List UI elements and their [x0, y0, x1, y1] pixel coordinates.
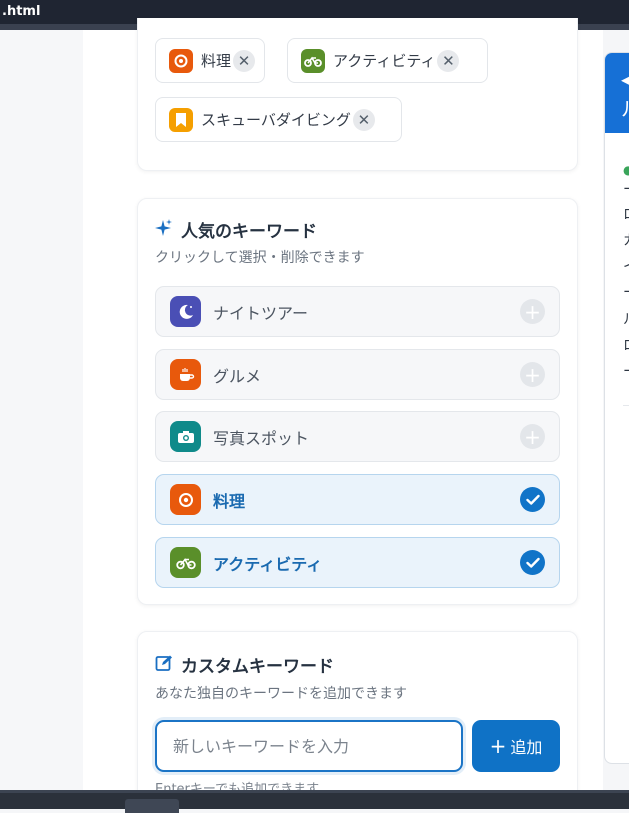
- popular-subtitle: クリックして選択・削除できます: [155, 250, 365, 266]
- side-text-line: カ: [623, 230, 629, 250]
- side-panel: ◀ ル ● ー ロ カ イ ー ル ロ ー: [604, 52, 629, 764]
- side-text-line: ロ: [623, 335, 629, 355]
- keyword-row-cooking[interactable]: 料理: [155, 474, 560, 525]
- popular-heading-row: 人気のキーワード: [155, 217, 317, 242]
- side-divider: [623, 405, 629, 406]
- side-panel-title: ル: [621, 93, 629, 122]
- side-text-line: ー: [623, 361, 629, 381]
- chip-label: 料理: [201, 52, 232, 70]
- eye-icon: ◀: [621, 67, 629, 91]
- add-keyword-icon[interactable]: +: [520, 362, 545, 387]
- selected-keywords-card: 料理 ✕ アクティビティ ✕ スキューバダイビング ✕: [137, 18, 578, 171]
- chip-cooking: 料理 ✕: [155, 38, 265, 83]
- bicycle-icon: [301, 48, 325, 73]
- side-text-line: ー: [623, 179, 629, 199]
- keyword-row-night-tour[interactable]: ナイトツアー +: [155, 286, 560, 337]
- bicycle-icon: [170, 547, 201, 578]
- side-text-line: ー: [623, 282, 629, 302]
- chip-label: スキューバダイビング: [201, 111, 351, 129]
- side-text-line: イ: [623, 256, 629, 276]
- keyword-label: ナイトツアー: [213, 303, 309, 323]
- taskbar: [0, 790, 629, 813]
- side-text-line: ル: [623, 309, 629, 329]
- custom-heading-row: カスタムキーワード: [155, 652, 334, 677]
- food-icon: [170, 484, 201, 515]
- custom-title: カスタムキーワード: [181, 657, 334, 677]
- check-icon[interactable]: [520, 550, 545, 575]
- edit-icon: [155, 654, 173, 676]
- keyword-label: 写真スポット: [213, 428, 310, 448]
- remove-chip-button[interactable]: ✕: [233, 49, 256, 72]
- keyword-label: 料理: [213, 491, 246, 511]
- add-keyword-icon[interactable]: +: [520, 299, 545, 324]
- add-keyword-icon[interactable]: +: [520, 424, 545, 449]
- leaf-icon: ●: [623, 163, 629, 177]
- popular-keywords-card: 人気のキーワード クリックして選択・削除できます ナイトツアー + グルメ + …: [137, 198, 578, 605]
- chip-label: アクティビティ: [333, 52, 436, 70]
- keyword-row-activity[interactable]: アクティビティ: [155, 537, 560, 588]
- check-icon[interactable]: [520, 487, 545, 512]
- chip-scuba: スキューバダイビング ✕: [155, 97, 402, 142]
- input-hint: Enterキーでも追加できます: [155, 782, 320, 790]
- camera-icon: [170, 421, 201, 452]
- new-keyword-input[interactable]: [155, 720, 463, 772]
- chip-activity: アクティビティ ✕: [287, 38, 488, 83]
- sparkles-icon: [155, 218, 173, 242]
- side-panel-header: ◀ ル: [605, 53, 629, 133]
- coffee-icon: [170, 359, 201, 390]
- plus-icon: +: [489, 734, 507, 758]
- custom-subtitle: あなた独自のキーワードを追加できます: [155, 686, 407, 702]
- bookmark-icon: [169, 107, 193, 132]
- keyword-label: グルメ: [213, 366, 262, 386]
- remove-chip-button[interactable]: ✕: [437, 49, 460, 72]
- food-icon: [169, 48, 193, 73]
- keyword-row-photo-spot[interactable]: 写真スポット +: [155, 411, 560, 462]
- add-button-label: 追加: [510, 738, 543, 757]
- remove-chip-button[interactable]: ✕: [352, 108, 375, 131]
- popular-title: 人気のキーワード: [181, 222, 317, 242]
- taskbar-item[interactable]: [125, 799, 179, 813]
- add-keyword-button[interactable]: + 追加: [472, 720, 560, 772]
- custom-keyword-card: カスタムキーワード あなた独自のキーワードを追加できます + 追加 Enterキ…: [137, 631, 578, 801]
- left-gutter: [0, 30, 83, 790]
- side-text-line: ロ: [623, 204, 629, 224]
- keyword-label: アクティビティ: [213, 554, 323, 574]
- moon-icon: [170, 296, 201, 327]
- keyword-row-gourmet[interactable]: グルメ +: [155, 349, 560, 400]
